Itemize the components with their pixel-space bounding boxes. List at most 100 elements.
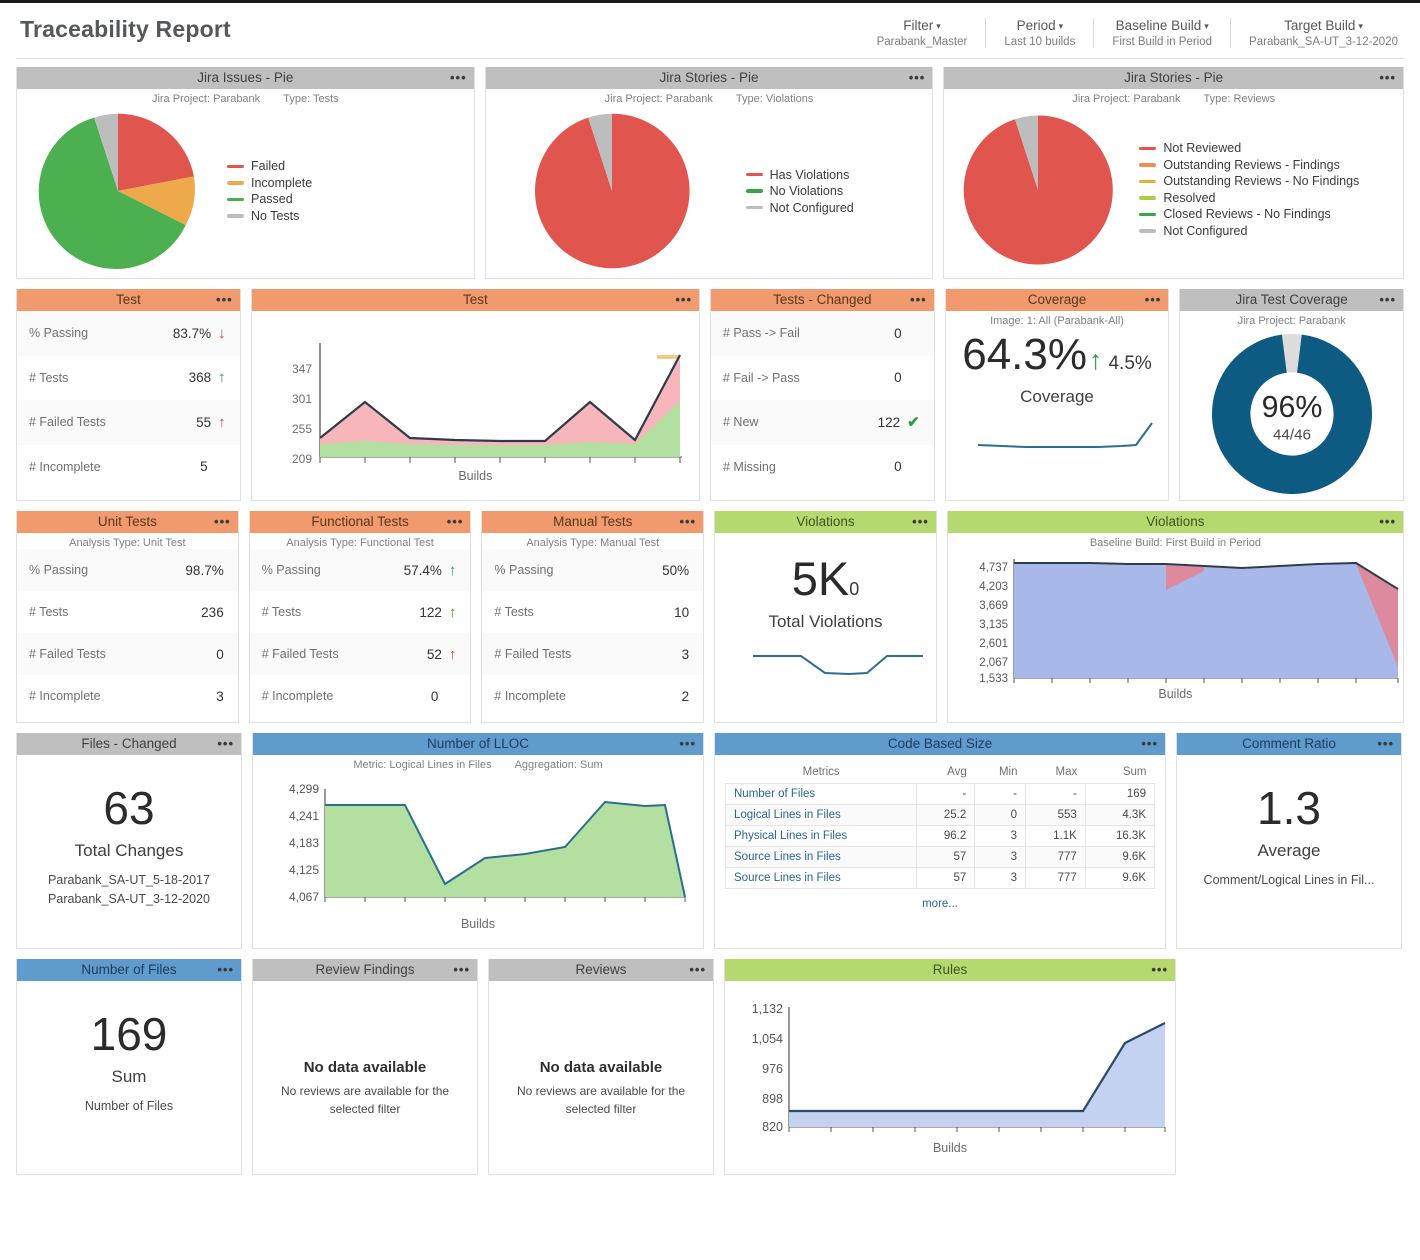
metric-row: % Passing 50% xyxy=(482,549,703,591)
code-based-size-table: Metrics Avg Min Max Sum Number of Files … xyxy=(725,763,1155,889)
widget-menu-icon[interactable]: ••• xyxy=(1379,67,1396,89)
widget-body: % Passing 98.7% # Tests 236 # Failed Tes… xyxy=(17,549,238,722)
widget-menu-icon[interactable]: ••• xyxy=(217,733,234,755)
pie-legend: Not Reviewed Outstanding Reviews - Findi… xyxy=(1125,139,1397,241)
cell-metric[interactable]: Source Lines in Files xyxy=(726,868,917,889)
y-tick-label: 976 xyxy=(762,1062,783,1076)
widget-body: 64.3% ↑ 4.5% Coverage xyxy=(946,327,1169,500)
widget-jira-stories-reviews-pie: Jira Stories - Pie ••• Jira Project: Par… xyxy=(943,67,1404,279)
widget-title: Violations xyxy=(796,514,854,529)
widget-menu-icon[interactable]: ••• xyxy=(216,289,233,311)
table-row[interactable]: Physical Lines in Files 96.2 3 1.1K 16.3… xyxy=(726,826,1155,847)
metric-label: % Passing xyxy=(29,563,88,577)
widget-menu-icon[interactable]: ••• xyxy=(1141,733,1158,755)
legend-item: Outstanding Reviews - Findings xyxy=(1139,158,1397,172)
x-axis-label: Builds xyxy=(253,917,703,931)
metric-value: 3 xyxy=(216,689,224,704)
widget-title: Comment Ratio xyxy=(1242,736,1336,751)
widget-menu-icon[interactable]: ••• xyxy=(679,511,696,533)
widget-title: Tests - Changed xyxy=(773,292,871,307)
filter-dropdown-baseline-build[interactable]: Baseline Build▾ First Build in Period xyxy=(1094,18,1231,48)
pie-chart-jira-issues xyxy=(34,107,202,275)
filter-dropdown-period[interactable]: Period▾ Last 10 builds xyxy=(986,18,1094,48)
widget-menu-icon[interactable]: ••• xyxy=(1145,289,1162,311)
widget-body: 4,299 4,241 4,183 4,125 4,067 xyxy=(253,771,703,948)
widget-menu-icon[interactable]: ••• xyxy=(447,511,464,533)
y-tick-label: 4,183 xyxy=(289,836,319,850)
widget-header: Files - Changed ••• xyxy=(17,733,241,755)
cell-metric[interactable]: Logical Lines in Files xyxy=(726,805,917,826)
widget-title: Files - Changed xyxy=(81,736,176,751)
widget-menu-icon[interactable]: ••• xyxy=(214,511,231,533)
widget-subtitle-type: Type: Reviews xyxy=(1204,93,1276,105)
metric-row: % Passing 98.7% xyxy=(17,549,238,591)
filter-dropdown-target-build[interactable]: Target Build▾ Parabank_SA-UT_3-12-2020 xyxy=(1231,18,1404,48)
widget-menu-icon[interactable]: ••• xyxy=(689,959,706,981)
widget-subtitle: Jira Project: Parabank Type: Violations xyxy=(486,89,933,105)
widget-body: 4,737 4,203 3,669 3,135 2,601 2,067 1,53… xyxy=(948,549,1403,722)
widget-subtitle-project: Jira Project: Parabank xyxy=(152,93,260,105)
widget-header: Jira Stories - Pie ••• xyxy=(944,67,1403,89)
number-of-files-sub: Number of Files xyxy=(17,1097,241,1115)
cell-avg: - xyxy=(917,784,975,805)
cell-metric[interactable]: Number of Files xyxy=(726,784,917,805)
column-header: Avg xyxy=(917,763,975,784)
legend-item: No Tests xyxy=(227,209,468,223)
widget-menu-icon[interactable]: ••• xyxy=(450,67,467,89)
legend-item: Resolved xyxy=(1139,191,1397,205)
metric-value: 122 xyxy=(878,415,901,430)
more-link[interactable]: more... xyxy=(725,889,1155,910)
widget-menu-icon[interactable]: ••• xyxy=(675,289,692,311)
widget-menu-icon[interactable]: ••• xyxy=(1379,289,1396,311)
metric-row: # Incomplete 5 xyxy=(17,445,240,490)
table-row[interactable]: Source Lines in Files 57 3 777 9.6K xyxy=(726,868,1155,889)
violations-value: 5K xyxy=(792,552,850,605)
widget-menu-icon[interactable]: ••• xyxy=(910,289,927,311)
cell-metric[interactable]: Source Lines in Files xyxy=(726,847,917,868)
widget-review-findings: Review Findings ••• No data available No… xyxy=(252,959,478,1175)
widget-title: Test xyxy=(463,292,488,307)
widget-body: 63 Total Changes Parabank_SA-UT_5-18-201… xyxy=(17,755,241,948)
widget-subtitle-metric: Metric: Logical Lines in Files xyxy=(353,759,491,771)
empty-state-message: No reviews are available for the selecte… xyxy=(253,1082,477,1118)
widget-menu-icon[interactable]: ••• xyxy=(1151,959,1168,981)
table-row[interactable]: Source Lines in Files 57 3 777 9.6K xyxy=(726,847,1155,868)
widget-menu-icon[interactable]: ••• xyxy=(1379,511,1396,533)
metric-label: # Incomplete xyxy=(494,689,566,703)
widget-menu-icon[interactable]: ••• xyxy=(453,959,470,981)
metric-row: % Passing 83.7%↓ xyxy=(17,311,240,356)
y-tick-label: 255 xyxy=(292,422,312,436)
widget-menu-icon[interactable]: ••• xyxy=(909,67,926,89)
widget-body: 1.3 Average Comment/Logical Lines in Fil… xyxy=(1177,755,1401,948)
cell-metric[interactable]: Physical Lines in Files xyxy=(726,826,917,847)
widget-subtitle-analysis: Analysis Type: Manual Test xyxy=(526,537,659,549)
widget-menu-icon[interactable]: ••• xyxy=(217,959,234,981)
widget-menu-icon[interactable]: ••• xyxy=(679,733,696,755)
widget-unit-tests: Unit Tests ••• Analysis Type: Unit Test … xyxy=(16,511,239,723)
coverage-delta: 4.5% xyxy=(1108,353,1151,375)
widget-number-of-lloc: Number of LLOC ••• Metric: Logical Lines… xyxy=(252,733,704,949)
area-chart-number-of-lloc: 4,299 4,241 4,183 4,125 4,067 xyxy=(253,771,703,919)
files-changed-target: Parabank_SA-UT_3-12-2020 xyxy=(17,890,241,908)
pie-chart-jira-stories-reviews xyxy=(957,109,1119,271)
widget-subtitle-aggregation: Aggregation: Sum xyxy=(515,759,603,771)
metric-value: 0 xyxy=(216,647,224,662)
table-row[interactable]: Number of Files - - - 169 xyxy=(726,784,1155,805)
legend-item: Failed xyxy=(227,159,468,173)
widget-menu-icon[interactable]: ••• xyxy=(1377,733,1394,755)
y-tick-label: 301 xyxy=(292,392,312,406)
violations-delta: 0 xyxy=(849,579,859,599)
widget-menu-icon[interactable]: ••• xyxy=(912,511,929,533)
metric-label: # Failed Tests xyxy=(29,415,106,429)
metric-label: # Missing xyxy=(723,460,776,474)
table-row[interactable]: Logical Lines in Files 25.2 0 553 4.3K xyxy=(726,805,1155,826)
legend-label: Not Reviewed xyxy=(1163,141,1241,155)
cell-max: 553 xyxy=(1026,805,1086,826)
metric-row: # Failed Tests 3 xyxy=(482,633,703,675)
widget-comment-ratio: Comment Ratio ••• 1.3 Average Comment/Lo… xyxy=(1176,733,1402,949)
widget-header: Unit Tests ••• xyxy=(17,511,238,533)
widget-coverage: Coverage ••• Image: 1: All (Parabank-All… xyxy=(945,289,1170,501)
metric-row: # Failed Tests 55↑ xyxy=(17,400,240,445)
coverage-label: Coverage xyxy=(946,387,1169,407)
filter-dropdown-filter[interactable]: Filter▾ Parabank_Master xyxy=(859,18,987,48)
